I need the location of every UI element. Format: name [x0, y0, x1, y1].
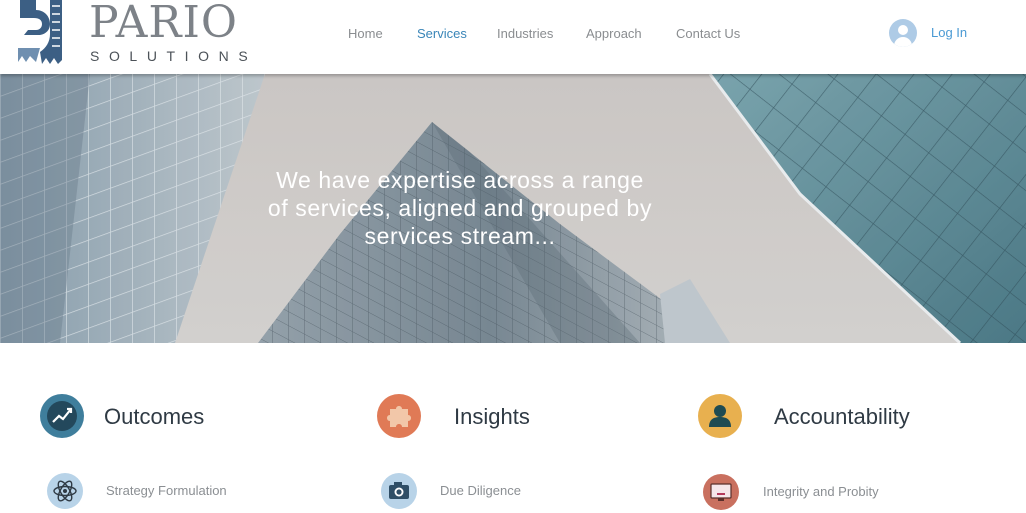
nav-item-home[interactable]: Home: [348, 24, 383, 44]
hero-banner: We have expertise across a range of serv…: [0, 74, 1026, 343]
hero-headline: We have expertise across a range of serv…: [250, 166, 670, 250]
logo-wordmark: PARIO: [89, 0, 238, 48]
service-link-integrity-and-probity[interactable]: Integrity and Probity: [763, 484, 879, 500]
column-title-outcomes: Outcomes: [104, 404, 205, 429]
logo-subtitle: SOLUTIONS: [90, 48, 258, 64]
nav-item-industries[interactable]: Industries: [497, 24, 553, 44]
monitor-icon: [703, 474, 739, 510]
hero-line: of services, aligned and grouped by: [267, 195, 653, 221]
eagle-logo-icon: [14, 0, 66, 66]
atom-icon: [47, 473, 83, 509]
site-header: PARIO SOLUTIONS Home Services Industries…: [0, 0, 1026, 74]
column-title-accountability: Accountability: [774, 404, 910, 429]
login-label: Log In: [931, 25, 968, 40]
service-link-due-diligence[interactable]: Due Diligence: [440, 483, 521, 499]
nav-item-contact-us[interactable]: Contact Us: [676, 24, 740, 44]
service-link-strategy-formulation[interactable]: Strategy Formulation: [106, 483, 227, 499]
hero-line: services stream...: [364, 223, 556, 249]
login-button[interactable]: Log In: [889, 18, 967, 48]
nav-item-approach[interactable]: Approach: [586, 24, 642, 44]
camera-icon: [381, 473, 417, 509]
person-icon: [698, 394, 742, 438]
hero-line: We have expertise across a range: [276, 167, 644, 193]
trend-chart-icon: [40, 394, 84, 438]
logo[interactable]: PARIO SOLUTIONS: [14, 0, 254, 70]
user-avatar-icon: [889, 19, 917, 47]
column-title-insights: Insights: [454, 404, 530, 429]
puzzle-icon: [377, 394, 421, 438]
nav-item-services[interactable]: Services: [417, 24, 467, 44]
